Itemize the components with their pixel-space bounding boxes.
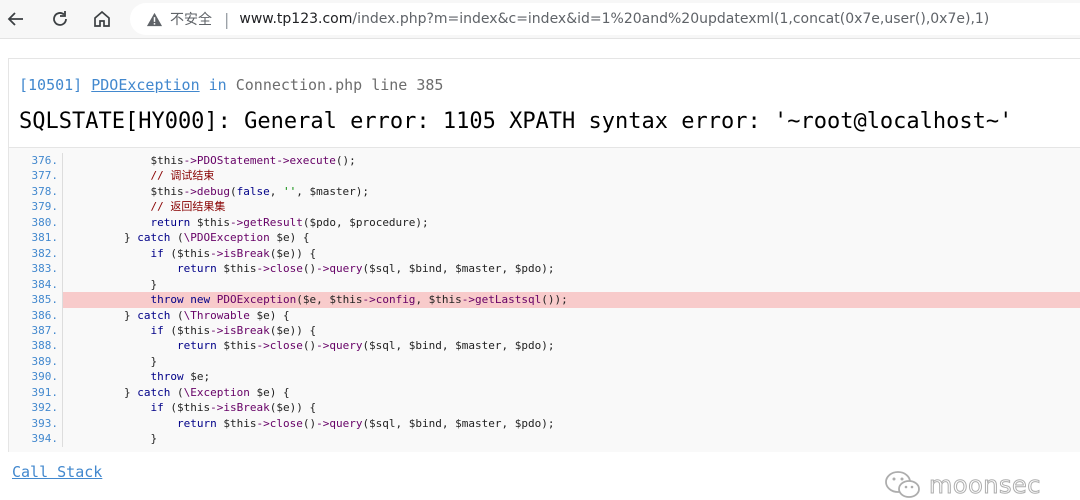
url-host: www.tp123.com [239, 11, 353, 27]
line-source: return $this->getResult($pdo, $procedure… [150, 215, 429, 229]
line-number: 387. [9, 322, 63, 339]
call-stack-link[interactable]: Call Stack [12, 463, 102, 481]
line-source: // 返回结果集 [71, 200, 226, 214]
line-number: 385. [9, 292, 63, 308]
page-content: [10501] PDOException in Connection.php l… [0, 54, 1080, 500]
line-source: if ($this->isBreak($e)) { [150, 323, 317, 337]
url-text[interactable]: www.tp123.com/index.php?m=index&c=index&… [239, 11, 989, 27]
line-source: if ($this->isBreak($e)) { [150, 401, 317, 415]
line-source: return $this->close()->query($sql, $bind… [176, 339, 555, 353]
line-source: } catch (\Exception $e) { [71, 385, 290, 399]
code-line: 378. $this->debug(false, '', $master); [9, 183, 1080, 200]
line-number: 381. [9, 230, 63, 246]
code-line: 386. } catch (\Throwable $e) { [9, 307, 1080, 323]
line-number: 377. [9, 168, 63, 184]
back-button[interactable] [2, 5, 30, 33]
home-button[interactable] [88, 5, 116, 33]
line-number: 390. [9, 369, 63, 385]
browser-toolbar: 不安全 | www.tp123.com/index.php?m=index&c=… [0, 0, 1080, 39]
line-number: 391. [9, 384, 63, 401]
code-line: 393. return $this->close()->query($sql, … [9, 415, 1080, 432]
line-number: 383. [9, 261, 63, 277]
code-line: 389. } [9, 353, 1080, 370]
address-bar[interactable]: 不安全 | www.tp123.com/index.php?m=index&c=… [130, 3, 1080, 35]
error-code: [10501] [19, 76, 83, 94]
code-line: 380. return $this->getResult($pdo, $proc… [9, 214, 1080, 231]
line-number: 378. [9, 183, 63, 200]
line-number: 388. [9, 338, 63, 354]
line-source: } [71, 277, 158, 291]
reload-button[interactable] [46, 5, 74, 33]
watermark-text: moonsec [929, 471, 1041, 500]
code-line: 394. } [9, 431, 1080, 447]
code-line: 381. } catch (\PDOException $e) { [9, 230, 1080, 246]
line-source: } catch (\PDOException $e) { [71, 231, 310, 245]
exception-message: SQLSTATE[HY000]: General error: 1105 XPA… [19, 109, 1013, 134]
wechat-icon [885, 471, 920, 498]
in-keyword: in [208, 76, 227, 94]
line-number: 380. [9, 214, 63, 231]
line-number: 379. [9, 199, 63, 215]
url-path: /index.php?m=index&c=index&id=1%20and%20… [352, 11, 990, 27]
line-number: 376. [9, 153, 63, 169]
line-source: return $this->close()->query($sql, $bind… [176, 262, 555, 276]
code-line: 379. // 返回结果集 [9, 199, 1080, 215]
line-source: $this->PDOStatement->execute(); [71, 154, 356, 167]
code-line: 390. throw $e; [9, 369, 1080, 385]
code-line: 377. // 调试结束 [9, 168, 1080, 184]
line-number: 384. [9, 276, 63, 293]
line-source: if ($this->isBreak($e)) { [150, 246, 317, 260]
code-line: 387. if ($this->isBreak($e)) { [9, 322, 1080, 339]
exception-file: Connection.php [235, 76, 363, 94]
line-number: 393. [9, 415, 63, 432]
address-separator: | [224, 9, 230, 29]
exception-panel: [10501] PDOException in Connection.php l… [8, 58, 1080, 452]
line-source: } [71, 354, 158, 368]
line-source: throw $e; [150, 370, 211, 384]
code-line: 384. } [9, 276, 1080, 293]
line-number: 382. [9, 245, 63, 262]
source-code-block: 376. $this->PDOStatement->execute(); 377.… [9, 147, 1080, 452]
code-line: 383. return $this->close()->query($sql, … [9, 261, 1080, 277]
line-source: throw new PDOException($e, $this->config… [150, 293, 568, 307]
exception-line: line 385 [371, 76, 444, 94]
line-source: } [71, 432, 158, 446]
code-line: 376. $this->PDOStatement->execute(); [9, 153, 1080, 169]
reload-icon [53, 11, 67, 26]
line-source: // 调试结束 [71, 169, 215, 183]
watermark: moonsec [883, 470, 1041, 500]
code-line: 392. if ($this->isBreak($e)) { [9, 400, 1080, 416]
line-number: 386. [9, 307, 63, 323]
line-number: 392. [9, 400, 63, 416]
home-icon [94, 10, 110, 27]
line-source: $this->debug(false, '', $master); [71, 184, 370, 198]
insecure-label[interactable]: 不安全 [170, 9, 212, 29]
line-number: 389. [9, 353, 63, 370]
exception-class-link[interactable]: PDOException [91, 76, 199, 94]
line-source: } catch (\Throwable $e) { [71, 308, 290, 322]
code-line-highlighted: 385. throw new PDOException($e, $this->c… [9, 292, 1080, 308]
code-line: 388. return $this->close()->query($sql, … [9, 338, 1080, 354]
warning-icon[interactable] [146, 10, 164, 28]
code-line: 391. } catch (\Exception $e) { [9, 384, 1080, 401]
code-line: 382. if ($this->isBreak($e)) { [9, 245, 1080, 262]
exception-header: [10501] PDOException in Connection.php l… [19, 76, 443, 94]
back-arrow-icon [7, 12, 23, 26]
line-source: return $this->close()->query($sql, $bind… [176, 416, 555, 430]
line-number: 394. [9, 431, 63, 447]
